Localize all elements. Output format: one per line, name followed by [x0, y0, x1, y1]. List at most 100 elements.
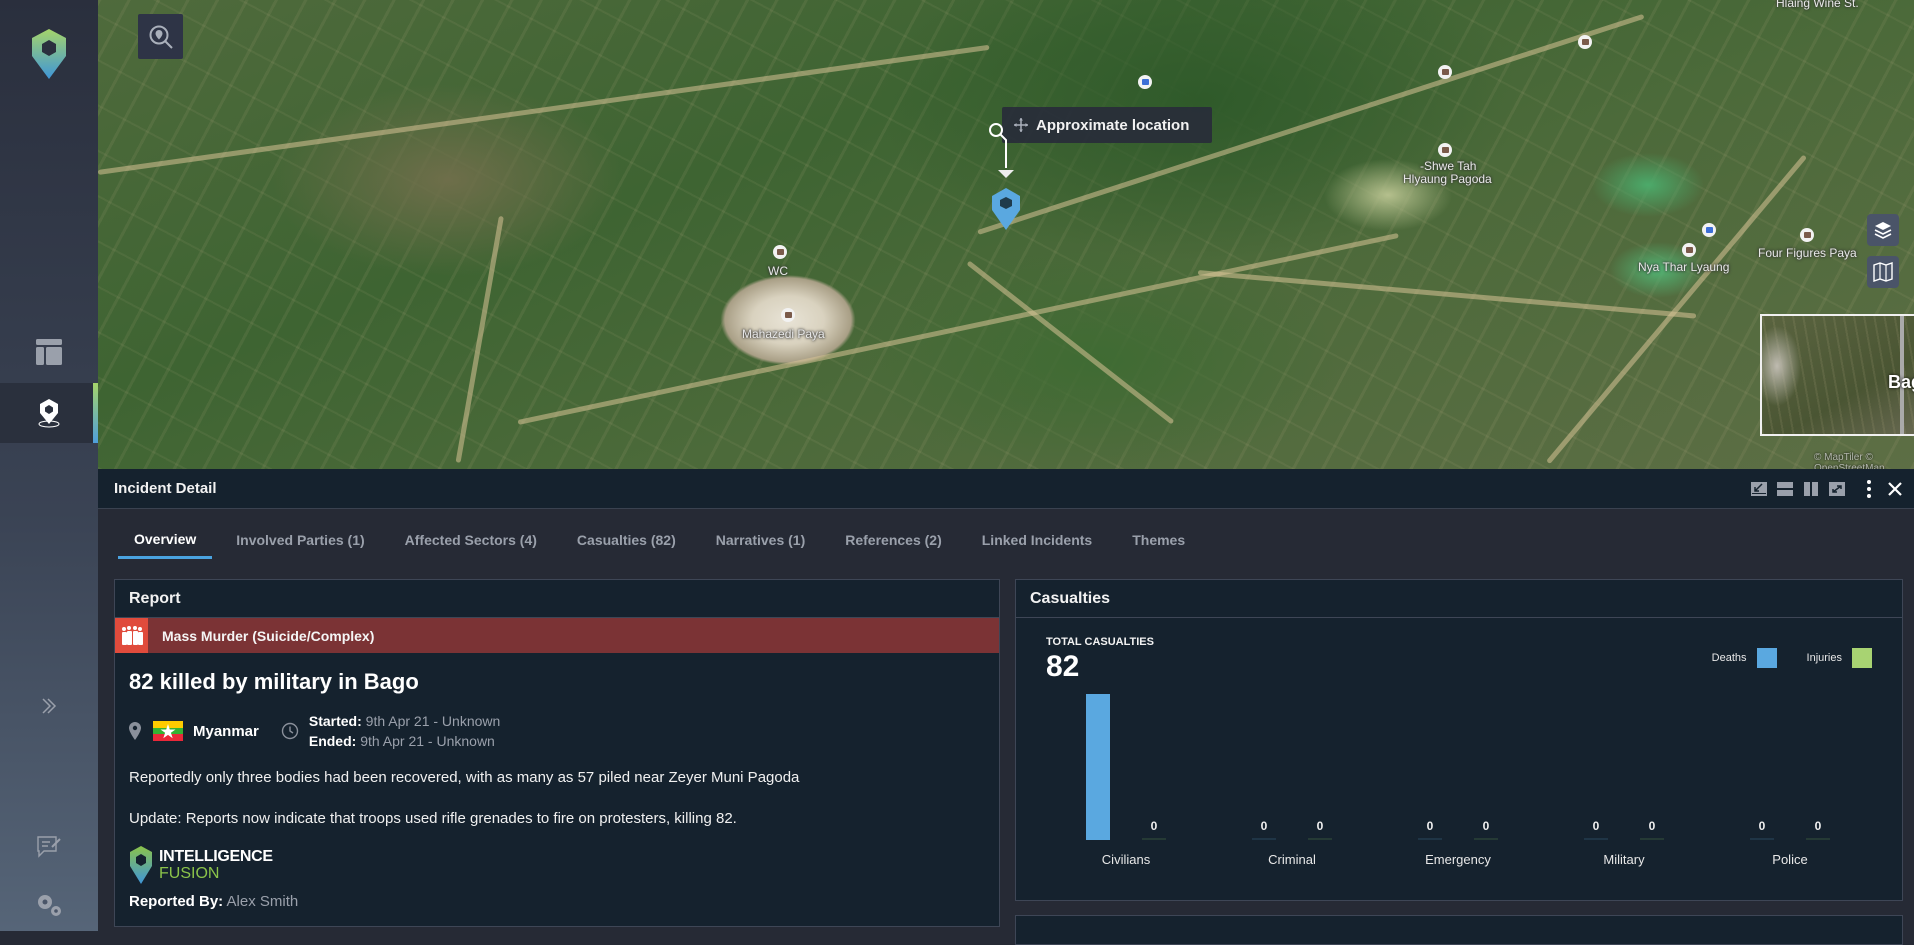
bar-injuries-criminal[interactable]: [1308, 838, 1332, 840]
legend-label-deaths: Deaths: [1711, 652, 1747, 664]
tab-narratives[interactable]: Narratives (1): [700, 521, 822, 559]
tab-affected-sectors[interactable]: Affected Sectors (4): [389, 521, 553, 559]
bar-deaths-civilians[interactable]: [1086, 694, 1110, 840]
incident-marker[interactable]: [986, 118, 1026, 238]
report-paragraph: Reportedly only three bodies had been re…: [129, 769, 800, 786]
bar-injuries-emergency[interactable]: [1474, 838, 1498, 840]
map-attribution[interactable]: © MapTiler © OpenStreetMap contributors: [1814, 452, 1914, 469]
data-label: 0: [1815, 819, 1822, 833]
close-icon: [1888, 482, 1902, 496]
x-tick-label: Police: [1772, 852, 1807, 867]
total-casualties-value: 82: [1046, 650, 1080, 683]
map-label-hlyaung: Hlyaung Pagoda: [1403, 172, 1492, 186]
bar-injuries-police[interactable]: [1806, 838, 1830, 840]
layers-button[interactable]: [1867, 214, 1899, 246]
x-tick-label: Military: [1603, 852, 1645, 867]
maximize-button[interactable]: [1824, 476, 1850, 502]
minimap[interactable]: Bago: [1760, 314, 1914, 436]
location-search-icon: [149, 25, 173, 49]
tab-overview[interactable]: Overview: [118, 521, 213, 559]
sidebar: [0, 0, 98, 931]
incident-detail-panel: Incident Detail Overview Involved Partie…: [98, 469, 1914, 945]
poi-icon[interactable]: [1702, 223, 1716, 237]
data-label: 0: [1483, 819, 1490, 833]
panel-header: Incident Detail: [98, 469, 1914, 509]
people-group-icon: [115, 618, 148, 653]
sidebar-item-dashboard[interactable]: [0, 322, 98, 382]
comment-edit-icon: [37, 836, 61, 858]
location-search-button[interactable]: [138, 14, 183, 59]
tab-casualties[interactable]: Casualties (82): [561, 521, 692, 559]
total-casualties-label: TOTAL CASUALTIES: [1046, 636, 1154, 648]
data-label: 0: [1427, 819, 1434, 833]
double-chevron-right-icon: [42, 698, 57, 714]
panel-menu-button[interactable]: [1856, 476, 1882, 502]
wc-icon[interactable]: [773, 245, 787, 259]
map-label-wc: WC: [768, 264, 788, 278]
layout-icon: [36, 339, 62, 365]
reported-by: Reported By: Alex Smith: [129, 893, 999, 910]
chart-legend: Deaths Injuries: [1712, 648, 1872, 668]
map-label-mahazedi: Mahazedi Paya: [742, 327, 825, 341]
ended-value: 9th Apr 21 - Unknown: [360, 733, 495, 749]
panel-title: Incident Detail: [114, 480, 217, 497]
legend-label-injuries: Injuries: [1806, 652, 1842, 664]
pagoda-icon[interactable]: [1682, 243, 1696, 257]
map-label-four-figures: Four Figures Paya: [1758, 246, 1857, 260]
split-horizontal-icon: [1777, 482, 1793, 496]
source-logo-line2: FUSION: [159, 865, 220, 882]
pagoda-icon[interactable]: [1800, 228, 1814, 242]
pagoda-icon[interactable]: [1438, 65, 1452, 79]
basemap-button[interactable]: [1867, 256, 1899, 288]
map-icon: [1873, 262, 1893, 282]
layers-icon: [1874, 222, 1892, 239]
sidebar-expand-button[interactable]: [0, 676, 98, 736]
pagoda-icon[interactable]: [1438, 143, 1452, 157]
pagoda-icon[interactable]: [781, 308, 795, 322]
approximate-location-tooltip[interactable]: Approximate location: [1002, 107, 1212, 143]
data-label: 0: [1151, 819, 1158, 833]
casualties-bar-chart: 820Civilians00Criminal00Emergency00Milit…: [1086, 694, 1830, 867]
pagoda-icon[interactable]: [1578, 35, 1592, 49]
tab-linked-incidents[interactable]: Linked Incidents: [966, 521, 1108, 559]
map-view[interactable]: Hlaing Wine St. WC Mahazedi Paya -Shwe T…: [98, 0, 1914, 469]
sidebar-item-incident-map[interactable]: [0, 383, 98, 443]
reported-by-label: Reported By:: [129, 893, 224, 910]
split-vertical-icon: [1804, 482, 1818, 496]
data-label: 0: [1261, 819, 1268, 833]
x-tick-label: Emergency: [1425, 852, 1491, 867]
bar-deaths-military[interactable]: [1584, 838, 1608, 840]
source-logo: INTELLIGENCE FUSION: [129, 845, 999, 885]
tab-references[interactable]: References (2): [829, 521, 958, 559]
incident-category: Mass Murder (Suicide/Complex): [162, 627, 375, 644]
location-pin-icon: [129, 722, 141, 740]
map-label-nya-thar: Nya Thar Lyaung: [1638, 260, 1730, 274]
split-vertical-button[interactable]: [1798, 476, 1824, 502]
tab-themes[interactable]: Themes: [1116, 521, 1201, 559]
approximate-location-label: Approximate location: [1036, 116, 1190, 134]
tab-involved-parties[interactable]: Involved Parties (1): [220, 521, 380, 559]
data-label: 0: [1317, 819, 1324, 833]
casualties-card: Casualties TOTAL CASUALTIES 82 Deaths In…: [1015, 579, 1903, 901]
legend-swatch-injuries: [1852, 648, 1872, 668]
bar-deaths-emergency[interactable]: [1418, 838, 1442, 840]
bar-injuries-military[interactable]: [1640, 838, 1664, 840]
sidebar-item-feedback[interactable]: [0, 817, 98, 877]
maximize-icon: [1829, 482, 1845, 496]
data-label: 0: [1593, 819, 1600, 833]
split-horizontal-button[interactable]: [1772, 476, 1798, 502]
bar-deaths-police[interactable]: [1750, 838, 1774, 840]
app-logo-icon[interactable]: [30, 28, 68, 80]
report-card: Report Mass Murder (Suicide/Complex) 82 …: [114, 579, 1000, 927]
poi-icon[interactable]: [1138, 75, 1152, 89]
close-panel-button[interactable]: [1882, 476, 1908, 502]
sidebar-item-settings[interactable]: [0, 875, 98, 935]
data-label: 0: [1759, 819, 1766, 833]
legend-swatch-deaths: [1756, 648, 1777, 668]
bar-deaths-criminal[interactable]: [1252, 838, 1276, 840]
dock-bottom-button[interactable]: [1746, 476, 1772, 502]
reported-by-value: Alex Smith: [226, 893, 299, 910]
casualties-heading: Casualties: [1016, 580, 1902, 618]
gears-icon: [38, 895, 61, 916]
bar-injuries-civilians[interactable]: [1142, 838, 1166, 840]
